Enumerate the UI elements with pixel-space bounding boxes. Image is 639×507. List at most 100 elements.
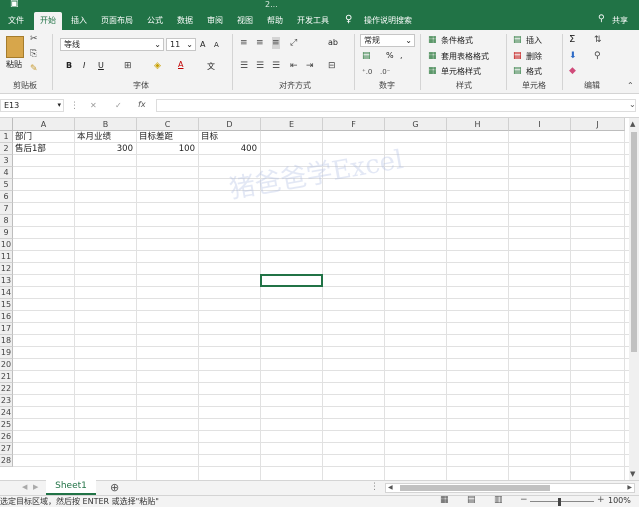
delete-cells-button[interactable]: 删除	[526, 51, 542, 62]
column-header[interactable]: C	[137, 118, 199, 131]
align-right-icon[interactable]: ☰	[272, 60, 280, 72]
tab-insert[interactable]: 插入	[66, 12, 92, 30]
row-header[interactable]: 1	[0, 131, 13, 143]
insert-cells-button[interactable]: 插入	[526, 35, 542, 46]
row-header[interactable]: 10	[0, 239, 13, 251]
row-header[interactable]: 9	[0, 227, 13, 239]
column-header[interactable]: J	[571, 118, 625, 131]
scroll-down-icon[interactable]: ▼	[630, 470, 635, 478]
increase-indent-icon[interactable]: ⇥	[306, 60, 314, 72]
align-center-icon[interactable]: ☰	[256, 60, 264, 72]
column-header[interactable]: B	[75, 118, 137, 131]
tab-home[interactable]: 开始	[34, 12, 62, 30]
decrease-indent-icon[interactable]: ⇤	[290, 60, 298, 72]
sheet-tab-sheet1[interactable]: Sheet1	[46, 480, 96, 495]
format-painter-icon[interactable]: ✎	[30, 63, 38, 75]
active-cell-e13[interactable]	[260, 274, 323, 287]
column-header[interactable]: I	[509, 118, 571, 131]
zoom-level[interactable]: 100%	[608, 496, 631, 505]
normal-view-icon[interactable]: ▦	[440, 495, 449, 505]
cell[interactable]: 目标	[201, 131, 259, 143]
grow-font-button[interactable]: A	[200, 40, 205, 49]
tab-developer[interactable]: 开发工具	[292, 12, 334, 30]
scroll-left-icon[interactable]: ◀	[388, 484, 393, 491]
cell[interactable]: 100	[139, 143, 197, 155]
tab-review[interactable]: 审阅	[202, 12, 228, 30]
tab-formulas[interactable]: 公式	[142, 12, 168, 30]
conditional-format-button[interactable]: 条件格式	[441, 35, 473, 46]
font-name-select[interactable]: 等线 ⌄	[60, 38, 164, 51]
align-left-icon[interactable]: ☰	[240, 60, 248, 72]
zoom-slider-thumb[interactable]	[558, 498, 561, 506]
italic-button[interactable]: I	[83, 61, 85, 70]
scroll-right-icon[interactable]: ▶	[627, 484, 632, 491]
number-format-select[interactable]: 常规 ⌄	[360, 34, 415, 47]
tab-file[interactable]: 文件	[3, 12, 29, 30]
row-header[interactable]: 21	[0, 371, 13, 383]
cell[interactable]: 400	[201, 143, 259, 155]
row-header[interactable]: 8	[0, 215, 13, 227]
row-header[interactable]: 3	[0, 155, 13, 167]
comma-button[interactable]: ,	[400, 51, 403, 60]
cell[interactable]: 售后1部	[15, 143, 73, 155]
row-header[interactable]: 17	[0, 323, 13, 335]
table-format-button[interactable]: 套用表格格式	[441, 51, 489, 62]
decrease-decimal-icon[interactable]: .0⁻	[380, 66, 390, 78]
paste-button[interactable]: 粘贴	[6, 59, 22, 70]
vertical-scroll-thumb[interactable]	[631, 132, 637, 352]
formula-input[interactable]	[156, 99, 636, 112]
column-header[interactable]: E	[261, 118, 323, 131]
zoom-in-button[interactable]: +	[597, 495, 605, 505]
tell-me-search[interactable]: 操作说明搜索	[360, 12, 416, 30]
page-layout-view-icon[interactable]: ▤	[467, 495, 476, 505]
row-header[interactable]: 7	[0, 203, 13, 215]
column-header[interactable]: F	[323, 118, 385, 131]
align-top-icon[interactable]: ≡	[240, 37, 248, 49]
horizontal-scrollbar[interactable]: ◀ ▶	[385, 483, 635, 493]
row-header[interactable]: 16	[0, 311, 13, 323]
column-header[interactable]: H	[447, 118, 509, 131]
row-header[interactable]: 26	[0, 431, 13, 443]
wrap-text-button[interactable]: ab	[328, 38, 338, 47]
fill-color-icon[interactable]: ◈	[154, 60, 161, 72]
row-header[interactable]: 23	[0, 395, 13, 407]
vertical-scrollbar[interactable]: ▲ ▼	[629, 118, 639, 480]
clear-icon[interactable]: ◆	[569, 65, 576, 77]
tab-view[interactable]: 视图	[232, 12, 258, 30]
row-header[interactable]: 19	[0, 347, 13, 359]
collapse-ribbon-icon[interactable]: ⌃	[627, 80, 634, 92]
column-header[interactable]: G	[385, 118, 447, 131]
cell[interactable]: 本月业绩	[77, 131, 135, 143]
row-header[interactable]: 11	[0, 251, 13, 263]
cell[interactable]: 部门	[15, 131, 73, 143]
expand-formula-icon[interactable]: ⌄	[629, 100, 636, 109]
row-header[interactable]: 24	[0, 407, 13, 419]
share-button[interactable]: 共享	[608, 12, 632, 30]
align-middle-icon[interactable]: ≡	[256, 37, 264, 49]
column-header[interactable]: A	[13, 118, 75, 131]
align-bottom-icon[interactable]: ≡	[272, 37, 280, 49]
merge-center-icon[interactable]: ⊟	[328, 60, 336, 72]
next-sheet-icon[interactable]: ▶	[33, 483, 38, 491]
shrink-font-button[interactable]: A	[214, 41, 219, 49]
row-header[interactable]: 25	[0, 419, 13, 431]
tab-data[interactable]: 数据	[172, 12, 198, 30]
tab-help[interactable]: 帮助	[262, 12, 288, 30]
save-icon[interactable]: ▣	[10, 0, 19, 9]
find-select-icon[interactable]: ⚲	[594, 50, 601, 62]
horizontal-scroll-thumb[interactable]	[400, 485, 550, 491]
cell[interactable]: 300	[77, 143, 135, 155]
font-size-select[interactable]: 11 ⌄	[166, 38, 196, 51]
copy-icon[interactable]: ⎘	[30, 48, 37, 60]
borders-icon[interactable]: ⊞	[124, 60, 132, 72]
cell[interactable]: 目标差距	[139, 131, 197, 143]
row-header[interactable]: 27	[0, 443, 13, 455]
autosum-button[interactable]: Σ	[569, 34, 575, 45]
row-header[interactable]: 14	[0, 287, 13, 299]
cut-icon[interactable]: ✂	[30, 33, 38, 45]
page-break-view-icon[interactable]: ▥	[494, 495, 503, 505]
fill-icon[interactable]: ⬇	[569, 50, 577, 62]
row-header[interactable]: 22	[0, 383, 13, 395]
add-sheet-button[interactable]: ⊕	[110, 481, 119, 494]
row-header[interactable]: 18	[0, 335, 13, 347]
